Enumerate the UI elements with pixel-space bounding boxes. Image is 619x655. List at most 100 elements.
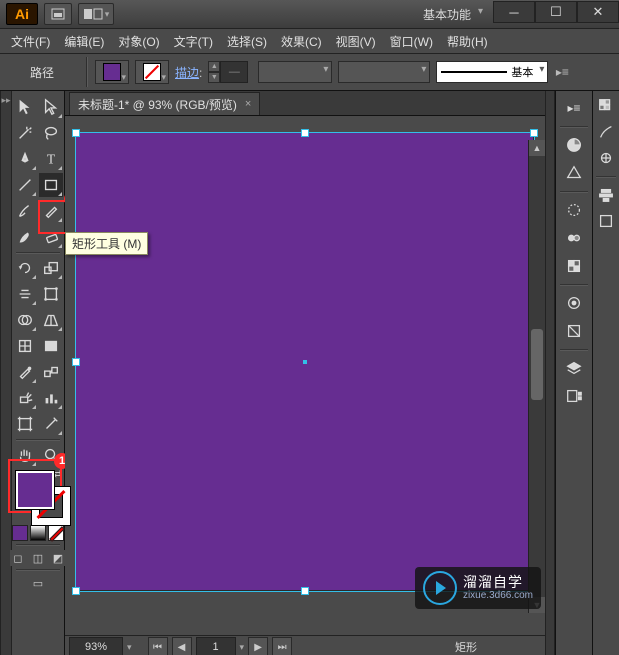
stroke-weight-field[interactable]: ▲▼ — xyxy=(208,61,252,83)
first-artboard-button[interactable]: ⏮ xyxy=(148,637,168,655)
free-transform-tool[interactable] xyxy=(39,282,63,306)
screen-mode-button[interactable]: ▭ xyxy=(30,575,46,591)
graphic-styles-panel-icon[interactable] xyxy=(560,318,588,344)
control-bar: 路径 描边: ▲▼ — 基本 ▸≡ xyxy=(0,54,619,91)
stroke-label[interactable]: 描边: xyxy=(175,64,202,81)
eyedropper-tool[interactable] xyxy=(13,360,37,384)
gradient-panel-icon[interactable] xyxy=(560,225,588,251)
fill-swatch[interactable] xyxy=(16,471,54,509)
rectangle-tool[interactable] xyxy=(39,173,63,197)
perspective-grid-tool[interactable] xyxy=(39,308,63,332)
eraser-tool[interactable] xyxy=(39,225,63,249)
draw-inside-button[interactable]: ◩ xyxy=(50,550,66,566)
line-segment-tool[interactable] xyxy=(13,173,37,197)
scroll-thumb[interactable] xyxy=(531,329,543,400)
right-collapse-gutter[interactable] xyxy=(545,91,555,655)
gradient-swatch[interactable] xyxy=(30,525,46,541)
paintbrush-tool[interactable] xyxy=(13,199,37,223)
magic-wand-tool[interactable] xyxy=(13,121,37,145)
symbols-panel-icon[interactable] xyxy=(595,147,617,169)
layers-panel-icon[interactable] xyxy=(560,355,588,381)
play-icon xyxy=(423,571,457,605)
zoom-tool[interactable] xyxy=(39,443,63,467)
draw-normal-button[interactable]: ◻ xyxy=(10,550,26,566)
scroll-up-button[interactable]: ▲ xyxy=(529,140,545,156)
swap-fill-stroke-icon[interactable]: ⇄ xyxy=(54,469,62,480)
brushes-panel-icon[interactable] xyxy=(595,121,617,143)
prev-artboard-button[interactable]: ◀ xyxy=(172,637,192,655)
menu-type[interactable]: 文字(T) xyxy=(167,31,220,52)
stroke-weight-stepper[interactable]: ▲▼ xyxy=(208,61,220,83)
fill-stroke-control[interactable]: ⇄ xyxy=(12,467,64,523)
menu-view[interactable]: 视图(V) xyxy=(329,31,383,52)
document-tab[interactable]: 未标题-1* @ 93% (RGB/预览) × xyxy=(69,92,260,115)
scale-tool[interactable] xyxy=(39,256,63,280)
window-maximize-button[interactable]: ☐ xyxy=(535,1,577,23)
color-guide-panel-icon[interactable] xyxy=(560,160,588,186)
none-swatch[interactable] xyxy=(48,525,64,541)
canvas[interactable]: 矩形工具 (M) ▲ ▼ 溜溜自学 zixue.3d66.com xyxy=(65,116,545,635)
draw-behind-button[interactable]: ◫ xyxy=(30,550,46,566)
purple-rectangle-shape[interactable] xyxy=(75,132,533,590)
rotate-tool[interactable] xyxy=(13,256,37,280)
color-mode-row xyxy=(12,525,64,541)
shape-builder-tool[interactable] xyxy=(13,308,37,332)
divider xyxy=(86,57,87,87)
fill-color-button[interactable] xyxy=(95,60,129,84)
brush-stroke-dropdown[interactable]: 基本 xyxy=(436,61,548,83)
arrange-docs-button[interactable]: ▾ xyxy=(78,3,114,25)
last-artboard-button[interactable]: ⏭ xyxy=(272,637,292,655)
brush-def-dropdown[interactable] xyxy=(338,61,430,83)
transform-panel-icon[interactable] xyxy=(595,210,617,232)
blob-brush-tool[interactable] xyxy=(13,225,37,249)
next-artboard-button[interactable]: ▶ xyxy=(248,637,268,655)
gradient-tool[interactable] xyxy=(39,334,63,358)
pen-tool[interactable] xyxy=(13,147,37,171)
stroke-link[interactable]: 描边 xyxy=(175,66,199,80)
artboard-dropdown-icon[interactable]: ▾ xyxy=(240,642,245,653)
menu-object[interactable]: 对象(O) xyxy=(111,31,166,52)
pencil-tool[interactable] xyxy=(39,199,63,223)
stroke-weight-value[interactable]: — xyxy=(220,61,248,83)
close-tab-icon[interactable]: × xyxy=(245,98,251,110)
menu-window[interactable]: 窗口(W) xyxy=(383,31,440,52)
slice-tool[interactable] xyxy=(39,412,63,436)
menu-edit[interactable]: 编辑(E) xyxy=(57,31,111,52)
vertical-scrollbar[interactable]: ▲ ▼ xyxy=(528,140,545,613)
workspace-switcher[interactable]: 基本功能 xyxy=(417,4,485,25)
artboard-number-field[interactable]: 1 xyxy=(196,637,236,655)
stroke-color-button[interactable] xyxy=(135,60,169,84)
direct-selection-tool[interactable] xyxy=(39,95,63,119)
type-tool[interactable]: T xyxy=(39,147,63,171)
color-panel-icon[interactable] xyxy=(560,132,588,158)
bridge-button[interactable] xyxy=(44,3,72,25)
zoom-dropdown-icon[interactable]: ▾ xyxy=(127,642,132,653)
selection-tool[interactable] xyxy=(13,95,37,119)
var-width-profile-dropdown[interactable] xyxy=(258,61,332,83)
transparency-panel-icon[interactable] xyxy=(560,253,588,279)
hand-tool[interactable] xyxy=(13,443,37,467)
column-graph-tool[interactable] xyxy=(39,386,63,410)
swatches-panel-icon[interactable] xyxy=(595,95,617,117)
panel-menu-button[interactable]: ▸≡ xyxy=(560,95,588,121)
menu-select[interactable]: 选择(S) xyxy=(220,31,274,52)
blend-tool[interactable] xyxy=(39,360,63,384)
mesh-tool[interactable] xyxy=(13,334,37,358)
artboards-panel-icon[interactable] xyxy=(560,383,588,409)
window-minimize-button[interactable]: ─ xyxy=(493,1,535,23)
window-close-button[interactable]: ✕ xyxy=(577,1,619,23)
stroke-panel-icon[interactable] xyxy=(560,197,588,223)
menu-effect[interactable]: 效果(C) xyxy=(274,31,329,52)
lasso-tool[interactable] xyxy=(39,121,63,145)
symbol-sprayer-tool[interactable] xyxy=(13,386,37,410)
last-color-swatch[interactable] xyxy=(12,525,28,541)
menu-file[interactable]: 文件(F) xyxy=(4,31,57,52)
align-panel-icon[interactable] xyxy=(595,184,617,206)
zoom-field[interactable]: 93% xyxy=(69,637,123,655)
width-tool[interactable] xyxy=(13,282,37,306)
menu-help[interactable]: 帮助(H) xyxy=(440,31,495,52)
control-menu-button[interactable]: ▸≡ xyxy=(554,62,570,82)
appearance-panel-icon[interactable] xyxy=(560,290,588,316)
toolbox-collapse-gutter[interactable]: ▸▸ xyxy=(0,91,12,655)
artboard-tool[interactable] xyxy=(13,412,37,436)
